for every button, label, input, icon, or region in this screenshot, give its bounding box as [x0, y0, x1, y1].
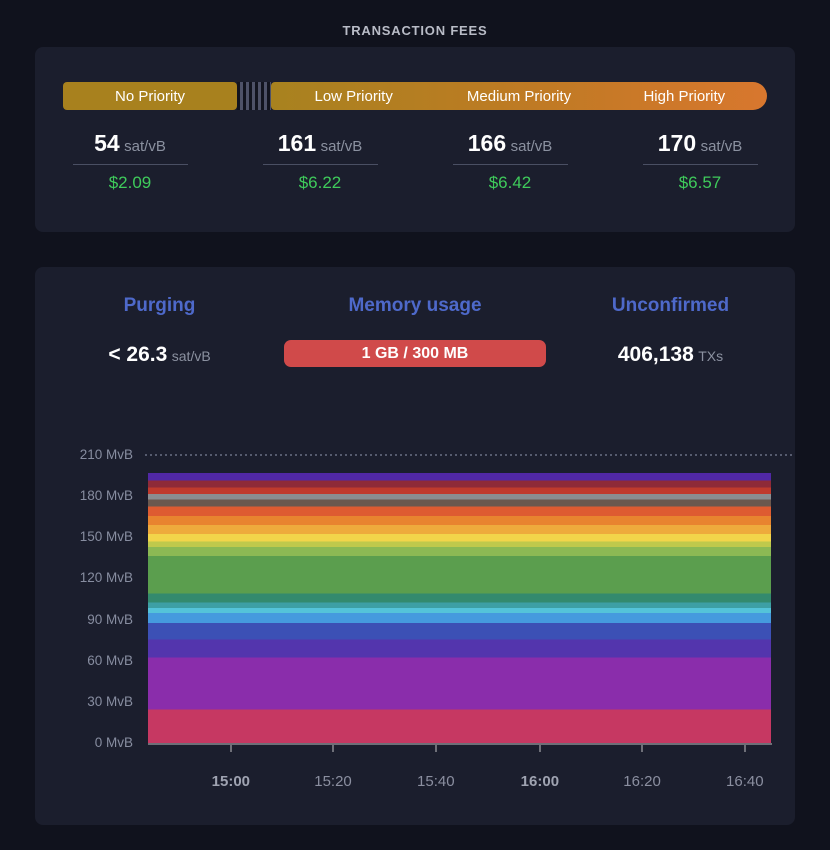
y-axis-label: 30 MvB: [43, 694, 133, 709]
fee-col-high-priority: 170 sat/vB $6.57: [605, 130, 795, 193]
page-title: TRANSACTION FEES: [0, 23, 830, 38]
mempool-dashboard: TRANSACTION FEES No Priority Low Priorit…: [0, 0, 830, 850]
fee-rate-value: 161: [278, 130, 316, 156]
fee-col-medium-priority: 166 sat/vB $6.42: [415, 130, 605, 193]
y-axis-label: 210 MvB: [43, 447, 133, 462]
priority-stripes-divider: [237, 82, 271, 110]
fee-col-no-priority: 54 sat/vB $2.09: [35, 130, 225, 193]
fee-divider: [73, 164, 188, 165]
fee-price: $6.57: [679, 173, 722, 193]
fee-divider: [263, 164, 378, 165]
fee-rate-unit: sat/vB: [701, 138, 743, 155]
x-axis-label: 16:00: [521, 773, 559, 790]
medium-priority-label: Medium Priority: [467, 88, 571, 105]
priority-gradient-bar: Low Priority Medium Priority High Priori…: [271, 82, 767, 110]
fee-rate-value: 54: [94, 130, 120, 156]
x-axis-label: 15:40: [417, 773, 455, 790]
mempool-size-chart: 210 MvB 180 MvB 150 MvB 120 MvB 90 MvB 60 MvB…: [35, 267, 795, 825]
fee-rate-value: 170: [658, 130, 696, 156]
y-axis-label: 0 MvB: [43, 735, 133, 750]
x-axis-baseline: [148, 743, 772, 745]
x-axis-tick: [435, 745, 437, 752]
y-axis-label: 150 MvB: [43, 529, 133, 544]
x-axis-label: 16:40: [726, 773, 764, 790]
y-axis-label: 60 MvB: [43, 653, 133, 668]
x-axis-tick: [641, 745, 643, 752]
fee-rate-unit: sat/vB: [321, 138, 363, 155]
high-priority-segment[interactable]: High Priority: [602, 82, 767, 110]
fee-divider: [453, 164, 568, 165]
low-priority-segment[interactable]: Low Priority: [271, 82, 436, 110]
x-axis-tick: [230, 745, 232, 752]
fee-price: $6.22: [299, 173, 342, 193]
high-priority-label: High Priority: [643, 88, 725, 105]
x-axis-tick: [539, 745, 541, 752]
fee-rate-value: 166: [468, 130, 506, 156]
fee-col-low-priority: 161 sat/vB $6.22: [225, 130, 415, 193]
transaction-fees-card: No Priority Low Priority Medium Priority…: [35, 47, 795, 232]
x-axis-tick: [332, 745, 334, 752]
x-axis-label: 15:20: [314, 773, 352, 790]
x-axis-tick: [744, 745, 746, 752]
y-axis-label: 180 MvB: [43, 488, 133, 503]
fee-price: $6.42: [489, 173, 532, 193]
no-priority-label: No Priority: [115, 88, 185, 105]
fee-rate-unit: sat/vB: [124, 138, 166, 155]
x-axis-label: 15:00: [212, 773, 250, 790]
mempool-card: Purging < 26.3 sat/vB Memory usage 1 GB …: [35, 267, 795, 825]
y-axis-label: 90 MvB: [43, 612, 133, 627]
fee-rate-unit: sat/vB: [511, 138, 553, 155]
no-priority-badge[interactable]: No Priority: [63, 82, 237, 110]
fee-values-row: 54 sat/vB $2.09 161 sat/vB $6.22 166 sat…: [35, 130, 795, 193]
low-priority-label: Low Priority: [314, 88, 392, 105]
fee-price: $2.09: [109, 173, 152, 193]
gridline-210: [145, 454, 793, 456]
y-axis-label: 120 MvB: [43, 570, 133, 585]
fee-divider: [643, 164, 758, 165]
stacked-area-plot[interactable]: [148, 473, 771, 743]
medium-priority-segment[interactable]: Medium Priority: [436, 82, 601, 110]
x-axis-label: 16:20: [623, 773, 661, 790]
priority-bar: No Priority Low Priority Medium Priority…: [63, 82, 767, 110]
